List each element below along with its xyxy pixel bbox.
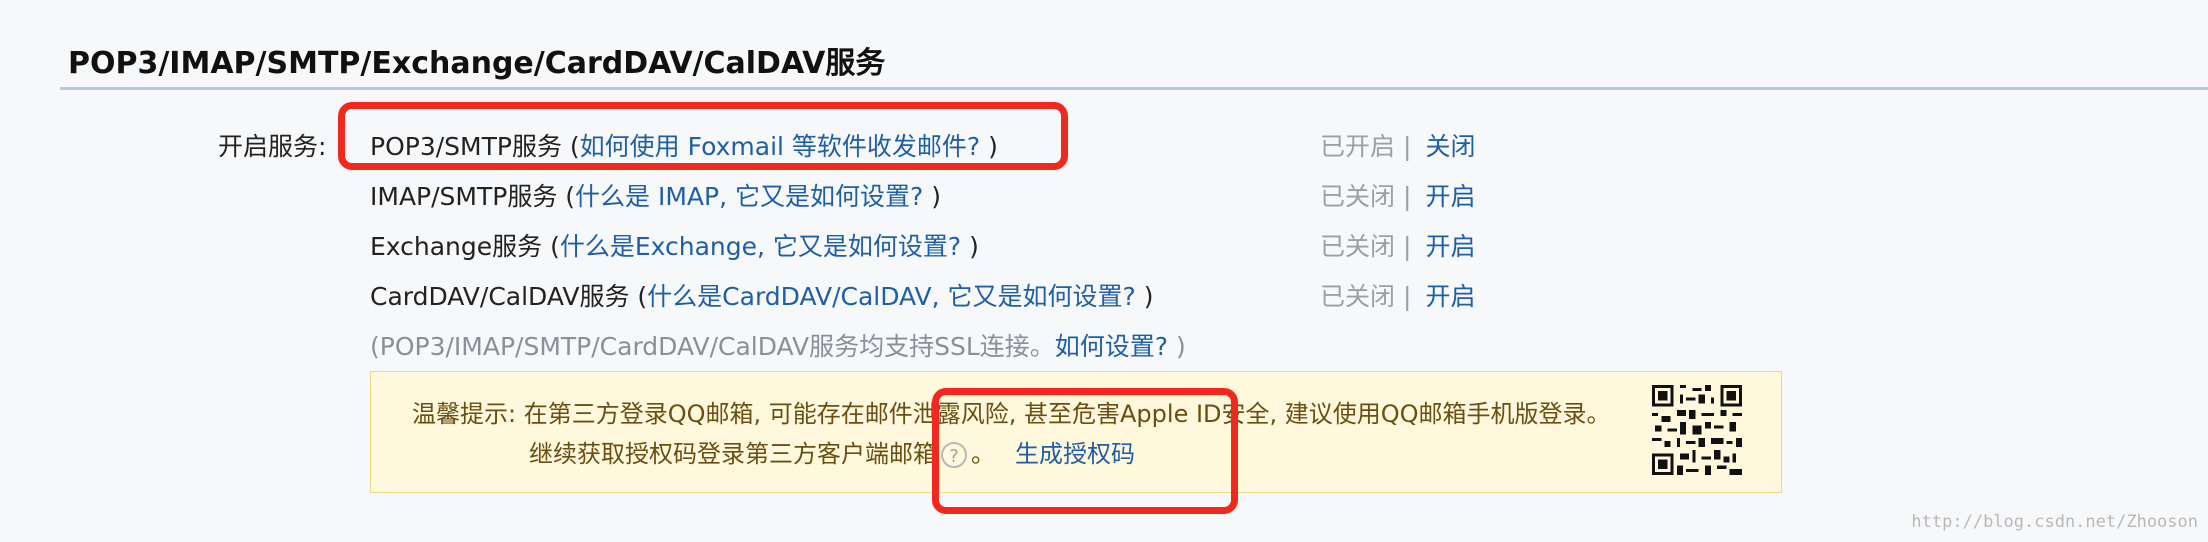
- status-separator: |: [1403, 132, 1412, 161]
- help-link[interactable]: 什么是Exchange, 它又是如何设置?: [560, 232, 961, 261]
- help-link[interactable]: 什么是CardDAV/CalDAV, 它又是如何设置?: [647, 282, 1136, 311]
- ssl-note: (POP3/IMAP/SMTP/CardDAV/CalDAV服务均支持SSL连接…: [370, 327, 1186, 363]
- ssl-note-close: ): [1168, 332, 1186, 361]
- toggle-carddav-button[interactable]: 开启: [1425, 282, 1475, 311]
- service-row-carddav: CardDAV/CalDAV服务 (什么是CardDAV/CalDAV, 它又是…: [370, 277, 1154, 313]
- status-separator: |: [1403, 232, 1412, 261]
- ssl-help-link[interactable]: 如何设置?: [1055, 332, 1168, 361]
- status-pop3: 已开启 | 关闭: [1320, 127, 1475, 163]
- highlight-generate-code: [932, 388, 1238, 514]
- toggle-pop3-button[interactable]: 关闭: [1425, 132, 1475, 161]
- status-exchange: 已关闭 | 开启: [1320, 227, 1475, 263]
- highlight-pop3-row: [338, 102, 1068, 170]
- watermark: http://blog.csdn.net/Zhooson: [1911, 512, 2198, 532]
- help-link[interactable]: 什么是 IMAP, 它又是如何设置?: [575, 182, 923, 211]
- status-text: 已关闭: [1320, 232, 1396, 261]
- status-separator: |: [1403, 282, 1412, 311]
- paren-open: (: [542, 232, 560, 261]
- enable-service-label: 开启服务:: [218, 132, 327, 161]
- status-carddav: 已关闭 | 开启: [1320, 277, 1475, 313]
- service-name: CardDAV/CalDAV服务: [370, 282, 630, 311]
- service-name: Exchange服务: [370, 232, 543, 261]
- paren-close: ): [923, 182, 941, 211]
- ssl-note-text: (POP3/IMAP/SMTP/CardDAV/CalDAV服务均支持SSL连接…: [370, 332, 1055, 361]
- toggle-imap-button[interactable]: 开启: [1425, 182, 1475, 211]
- service-name: IMAP/SMTP服务: [370, 182, 558, 211]
- service-row-imap: IMAP/SMTP服务 (什么是 IMAP, 它又是如何设置? ): [370, 177, 941, 213]
- paren-close: ): [961, 232, 979, 261]
- service-row-exchange: Exchange服务 (什么是Exchange, 它又是如何设置? ): [370, 227, 979, 263]
- paren-open: (: [557, 182, 576, 211]
- section-title: POP3/IMAP/SMTP/Exchange/CardDAV/CalDAV服务: [68, 46, 886, 81]
- title-divider: [60, 87, 2208, 90]
- status-imap: 已关闭 | 开启: [1320, 177, 1475, 213]
- paren-open: (: [629, 282, 648, 311]
- qr-code-icon: [1652, 385, 1742, 475]
- status-text: 已开启: [1320, 132, 1396, 161]
- status-text: 已关闭: [1320, 182, 1396, 211]
- status-separator: |: [1403, 182, 1412, 211]
- tip-line-2-text: 继续获取授权码登录第三方客户端邮箱: [529, 440, 937, 468]
- paren-close: ): [1135, 282, 1154, 311]
- status-text: 已关闭: [1320, 282, 1396, 311]
- toggle-exchange-button[interactable]: 开启: [1425, 232, 1475, 261]
